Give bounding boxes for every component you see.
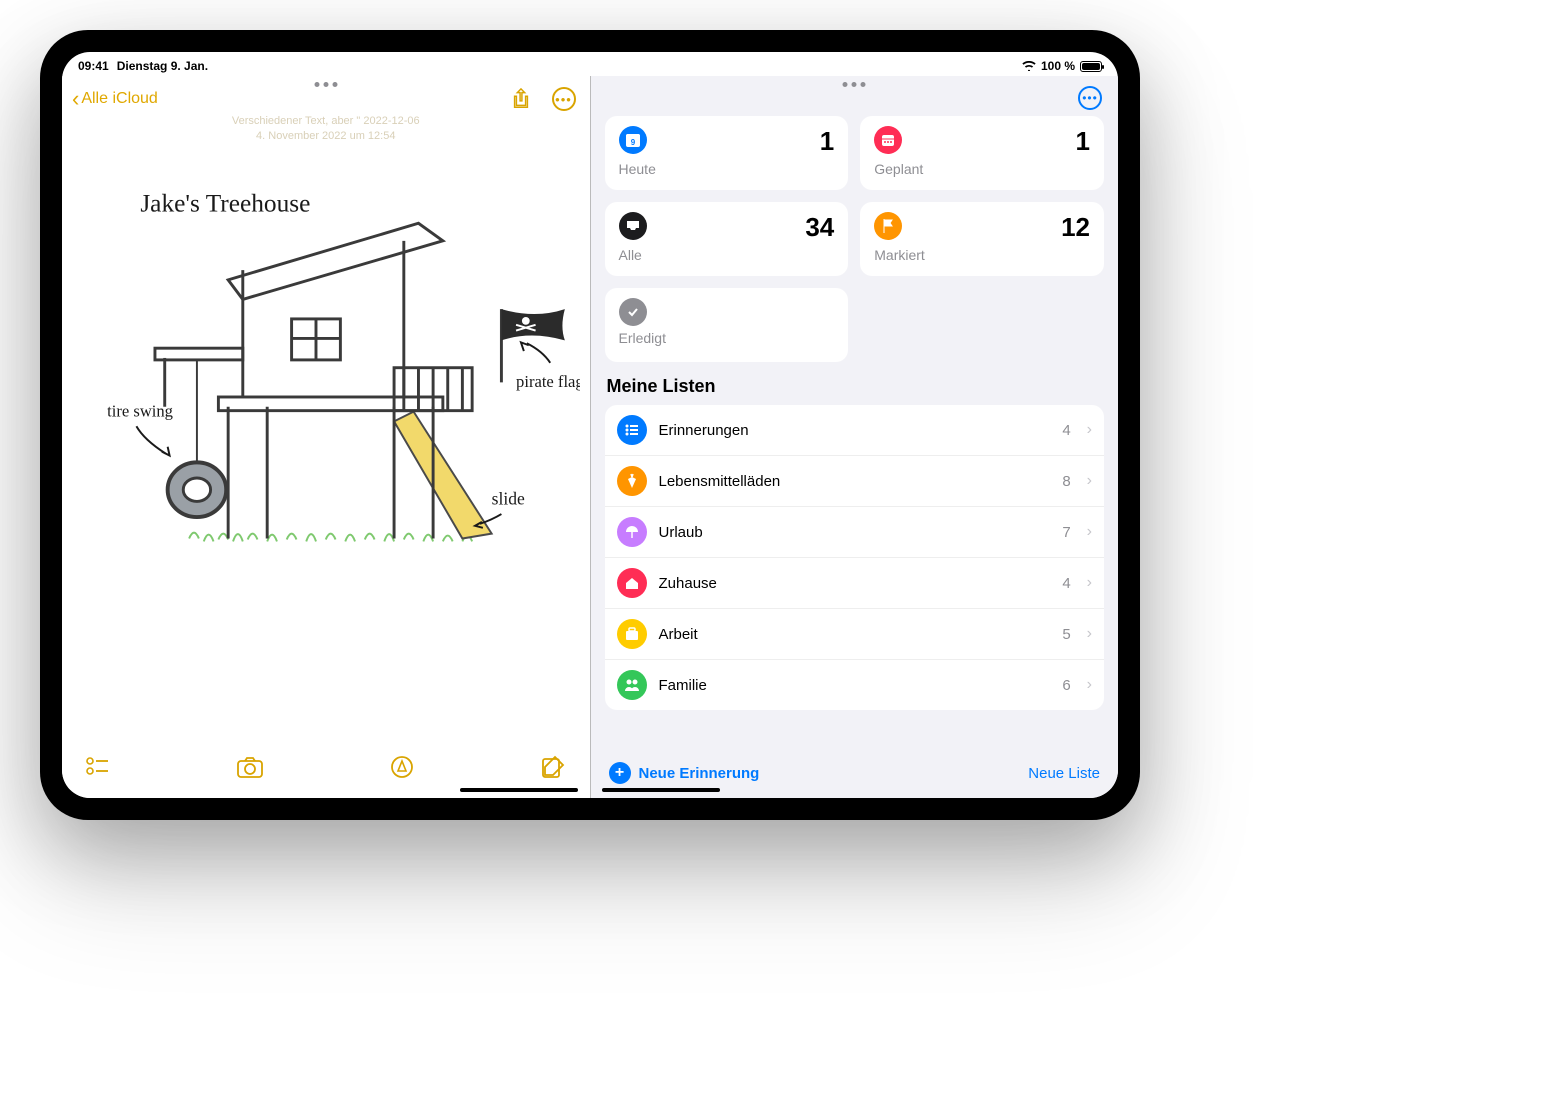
flag-icon (874, 212, 902, 240)
card-today-label: Heute (619, 161, 835, 177)
ellipsis-icon: ••• (1082, 91, 1098, 105)
list-icon (617, 670, 647, 700)
list-icon (617, 466, 647, 496)
list-row[interactable]: Lebensmittelläden 8 › (605, 456, 1105, 507)
ellipsis-icon: ••• (555, 92, 572, 107)
notes-app-pane: ‹ Alle iCloud ••• Verschiedener Text, ab… (62, 76, 590, 798)
inbox-icon (619, 212, 647, 240)
markup-button[interactable] (390, 755, 414, 784)
note-meta-line2: 4. November 2022 um 12:54 (122, 129, 530, 144)
list-name: Lebensmittelläden (659, 473, 1051, 490)
camera-button[interactable] (237, 756, 263, 783)
status-time: 09:41 (78, 59, 109, 73)
markup-icon (390, 755, 414, 779)
new-reminder-button[interactable]: + Neue Erinnerung (609, 762, 760, 784)
back-label: Alle iCloud (81, 90, 157, 108)
calendar-icon (874, 126, 902, 154)
multitask-menu-button[interactable] (314, 82, 337, 87)
reminders-more-button[interactable]: ••• (1078, 86, 1102, 110)
list-count: 4 (1062, 422, 1070, 439)
card-flagged-count: 12 (1061, 212, 1090, 243)
new-reminder-label: Neue Erinnerung (639, 765, 760, 782)
multitask-menu-button[interactable] (843, 82, 866, 87)
card-completed-label: Erledigt (619, 330, 835, 346)
list-count: 5 (1062, 626, 1070, 643)
notes-more-button[interactable]: ••• (552, 87, 576, 111)
chevron-right-icon: › (1087, 625, 1092, 643)
card-scheduled-label: Geplant (874, 161, 1090, 177)
chevron-right-icon: › (1087, 676, 1092, 694)
list-icon (617, 619, 647, 649)
svg-text:9: 9 (630, 138, 635, 147)
label-tire-swing: tire swing (107, 401, 173, 420)
note-drawing-canvas[interactable]: Jake's Treehouse tire swing pirate flag … (62, 145, 590, 745)
list-count: 4 (1062, 575, 1070, 592)
share-icon (511, 88, 531, 110)
chevron-right-icon: › (1087, 523, 1092, 541)
checklist-icon (86, 757, 110, 777)
checkmark-icon (619, 298, 647, 326)
status-date: Dienstag 9. Jan. (117, 59, 208, 73)
share-button[interactable] (508, 86, 534, 112)
list-icon (617, 568, 647, 598)
list-row[interactable]: Erinnerungen 4 › (605, 405, 1105, 456)
compose-icon (541, 755, 565, 779)
card-completed[interactable]: Erledigt (605, 288, 849, 362)
list-name: Erinnerungen (659, 422, 1051, 439)
reminders-app-pane: ••• 9 1 Heute (591, 76, 1119, 798)
card-today-count: 1 (820, 126, 834, 157)
list-row[interactable]: Zuhause 4 › (605, 558, 1105, 609)
card-all[interactable]: 34 Alle (605, 202, 849, 276)
list-name: Arbeit (659, 626, 1051, 643)
status-bar: 09:41 Dienstag 9. Jan. 100 % (62, 52, 1118, 76)
card-scheduled-count: 1 (1076, 126, 1090, 157)
my-lists-heading: Meine Listen (607, 376, 1105, 397)
compose-button[interactable] (541, 755, 565, 784)
card-today[interactable]: 9 1 Heute (605, 116, 849, 190)
new-list-button[interactable]: Neue Liste (1028, 765, 1100, 782)
camera-icon (237, 756, 263, 778)
chevron-right-icon: › (1087, 574, 1092, 592)
card-all-count: 34 (805, 212, 834, 243)
wifi-icon (1022, 61, 1036, 71)
calendar-today-icon: 9 (619, 126, 647, 154)
list-name: Urlaub (659, 524, 1051, 541)
list-count: 7 (1062, 524, 1070, 541)
chevron-left-icon: ‹ (72, 88, 79, 110)
notes-back-button[interactable]: ‹ Alle iCloud (72, 88, 158, 110)
list-row[interactable]: Familie 6 › (605, 660, 1105, 710)
list-name: Zuhause (659, 575, 1051, 592)
home-indicator[interactable] (460, 788, 578, 792)
list-row[interactable]: Urlaub 7 › (605, 507, 1105, 558)
sketch-title: Jake's Treehouse (140, 189, 310, 217)
list-icon (617, 517, 647, 547)
chevron-right-icon: › (1087, 421, 1092, 439)
ipad-device-frame: 09:41 Dienstag 9. Jan. 100 % ‹ Alle iClo… (40, 30, 1140, 820)
ipad-screen: 09:41 Dienstag 9. Jan. 100 % ‹ Alle iClo… (62, 52, 1118, 798)
label-slide: slide (492, 488, 525, 508)
reminders-lists: Erinnerungen 4 › Lebensmittelläden 8 › Urlaub 7… (605, 405, 1105, 710)
list-count: 6 (1062, 677, 1070, 694)
card-scheduled[interactable]: 1 Geplant (860, 116, 1104, 190)
checklist-button[interactable] (86, 757, 110, 782)
battery-icon (1080, 61, 1102, 72)
list-count: 8 (1062, 473, 1070, 490)
card-all-label: Alle (619, 247, 835, 263)
list-row[interactable]: Arbeit 5 › (605, 609, 1105, 660)
card-flagged-label: Markiert (874, 247, 1090, 263)
battery-percent: 100 % (1041, 59, 1075, 73)
label-pirate-flag: pirate flag (516, 372, 579, 391)
list-name: Familie (659, 677, 1051, 694)
plus-circle-icon: + (609, 762, 631, 784)
home-indicator[interactable] (602, 788, 720, 792)
note-metadata: Verschiedener Text, aber " 2022-12-06 4.… (62, 114, 590, 145)
list-icon (617, 415, 647, 445)
note-meta-line1: Verschiedener Text, aber " 2022-12-06 (122, 114, 530, 129)
chevron-right-icon: › (1087, 472, 1092, 490)
card-flagged[interactable]: 12 Markiert (860, 202, 1104, 276)
